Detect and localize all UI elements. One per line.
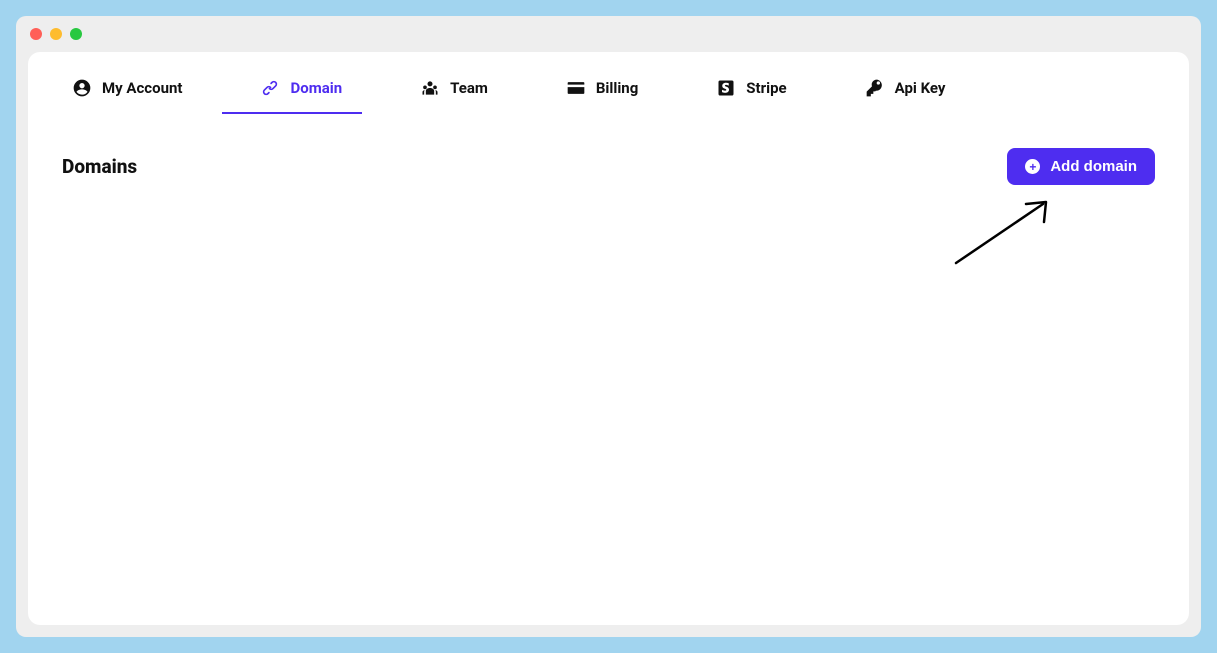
tab-label: Domain <box>290 79 342 97</box>
window-titlebar <box>16 16 1201 52</box>
tab-label: Stripe <box>746 79 786 97</box>
link-chain-icon <box>260 78 280 98</box>
window-maximize-icon[interactable] <box>70 28 82 40</box>
app-window: My Account Domain Team Billing <box>16 16 1201 637</box>
add-domain-label: Add domain <box>1050 158 1137 175</box>
tab-team[interactable]: Team <box>410 66 498 114</box>
tab-label: Api Key <box>895 79 946 97</box>
page-title: Domains <box>62 155 137 178</box>
content-card: My Account Domain Team Billing <box>28 52 1189 625</box>
team-icon <box>420 78 440 98</box>
tab-label: Billing <box>596 79 638 97</box>
stripe-icon <box>716 78 736 98</box>
tab-billing[interactable]: Billing <box>556 66 648 114</box>
credit-card-icon <box>566 78 586 98</box>
add-domain-button[interactable]: + Add domain <box>1007 148 1155 185</box>
tab-api-key[interactable]: Api Key <box>855 66 956 114</box>
annotation-arrow-icon <box>948 196 1058 271</box>
tabs-nav: My Account Domain Team Billing <box>62 66 1155 114</box>
tab-stripe[interactable]: Stripe <box>706 66 796 114</box>
tab-label: My Account <box>102 79 182 97</box>
key-icon <box>865 78 885 98</box>
plus-circle-icon: + <box>1025 159 1040 174</box>
window-close-icon[interactable] <box>30 28 42 40</box>
tab-my-account[interactable]: My Account <box>62 66 192 114</box>
window-minimize-icon[interactable] <box>50 28 62 40</box>
tab-domain[interactable]: Domain <box>250 66 352 114</box>
page-header: Domains + Add domain <box>62 148 1155 185</box>
user-circle-icon <box>72 78 92 98</box>
tab-label: Team <box>450 79 488 97</box>
